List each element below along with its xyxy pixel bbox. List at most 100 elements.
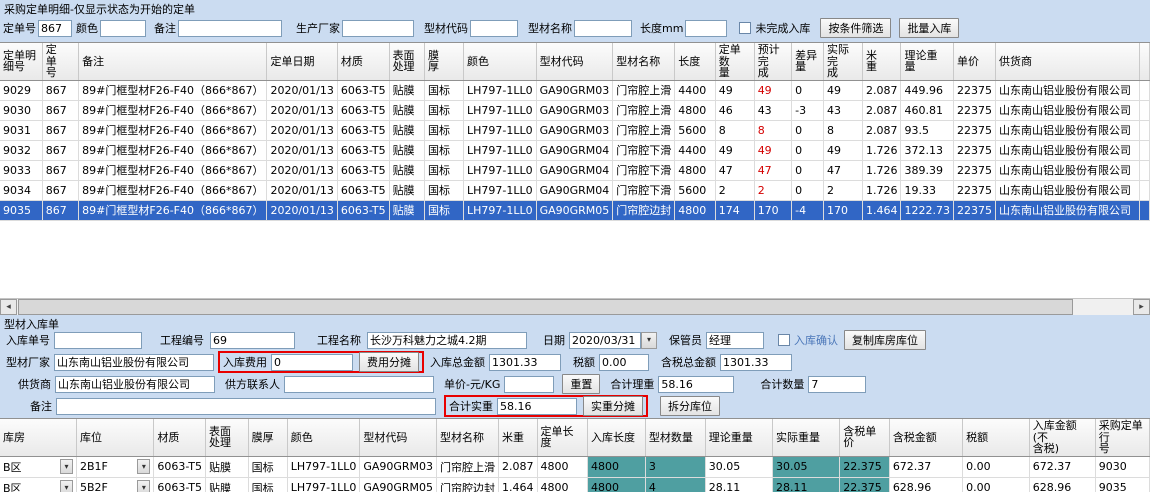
cell[interactable]: 28.11 <box>773 477 840 492</box>
supplier-input[interactable] <box>55 376 215 393</box>
cell[interactable]: 2B1F▾ <box>76 456 153 477</box>
cell[interactable]: 1.464 <box>862 200 901 220</box>
column-header[interactable]: 定单明 细号 <box>0 43 42 80</box>
cell[interactable]: 867 <box>42 120 78 140</box>
filter-by-condition-button[interactable]: 按条件筛选 <box>820 18 891 38</box>
cell[interactable]: 2 <box>824 180 863 200</box>
cell[interactable]: 2 <box>754 180 791 200</box>
column-header[interactable]: 型材名称 <box>613 43 675 80</box>
cell[interactable]: 170 <box>754 200 791 220</box>
cell[interactable]: 9030 <box>1095 456 1149 477</box>
cell[interactable]: 山东南山铝业股份有限公司 <box>995 120 1139 140</box>
project-no-input[interactable] <box>210 332 295 349</box>
cell[interactable]: 6063-T5 <box>337 160 389 180</box>
cell[interactable]: 22.375 <box>840 477 890 492</box>
cell[interactable]: 6063-T5 <box>154 477 206 492</box>
cell[interactable]: 9033 <box>0 160 42 180</box>
cell[interactable]: 22375 <box>953 80 995 100</box>
cell[interactable]: 国标 <box>425 140 464 160</box>
column-header[interactable]: 颜色 <box>463 43 536 80</box>
cell[interactable]: 49 <box>715 140 754 160</box>
cell[interactable]: 6063-T5 <box>337 80 389 100</box>
filter-profile-code-input[interactable] <box>470 20 518 37</box>
column-header[interactable]: 颜色 <box>287 419 360 456</box>
cell[interactable]: 门帘腔下滑 <box>613 140 675 160</box>
cell[interactable]: 0 <box>792 180 824 200</box>
cell[interactable]: 2.087 <box>862 100 901 120</box>
cell[interactable]: 0.00 <box>963 456 1030 477</box>
column-header[interactable]: 长度 <box>675 43 715 80</box>
cell[interactable]: 89#门框型材F26-F40（866*867） <box>79 120 267 140</box>
column-header[interactable]: 采购定单行 号 <box>1095 419 1149 456</box>
cell[interactable]: 国标 <box>425 160 464 180</box>
cell[interactable]: 门帘腔上滑 <box>437 456 499 477</box>
cell[interactable]: 9035 <box>1095 477 1149 492</box>
column-header[interactable]: 税额 <box>963 419 1030 456</box>
column-header[interactable]: 型材名称 <box>437 419 499 456</box>
cell[interactable]: -4 <box>792 200 824 220</box>
cell[interactable]: 628.96 <box>889 477 962 492</box>
cell[interactable]: 867 <box>42 200 78 220</box>
cell[interactable]: GA90GRM04 <box>536 140 613 160</box>
total-theory-weight-input[interactable] <box>658 376 734 393</box>
column-header[interactable]: 单价 <box>953 43 995 80</box>
unfinished-inbound-checkbox[interactable] <box>739 22 751 34</box>
cell[interactable]: 2.087 <box>499 456 538 477</box>
cell[interactable]: 49 <box>754 140 791 160</box>
cell[interactable]: 4800 <box>588 456 646 477</box>
inbound-confirm-checkbox[interactable] <box>778 334 790 346</box>
cell[interactable]: 22375 <box>953 100 995 120</box>
total-amount-input[interactable] <box>489 354 561 371</box>
inbound-no-input[interactable] <box>54 332 142 349</box>
cell[interactable]: 2020/01/13 <box>267 120 337 140</box>
cell[interactable]: 6063-T5 <box>337 140 389 160</box>
fee-input[interactable] <box>271 354 353 371</box>
column-header[interactable]: 库位 <box>76 419 153 456</box>
cell[interactable]: 3 <box>645 456 705 477</box>
cell[interactable]: 47 <box>824 160 863 180</box>
table-row[interactable]: 903086789#门框型材F26-F40（866*867）2020/01/13… <box>0 100 1150 120</box>
cell[interactable]: 867 <box>42 80 78 100</box>
column-header[interactable]: 含税金额 <box>889 419 962 456</box>
column-header[interactable]: 材质 <box>154 419 206 456</box>
filter-order-no-input[interactable] <box>38 20 72 37</box>
cell[interactable]: 22375 <box>953 200 995 220</box>
column-header[interactable]: 材质 <box>337 43 389 80</box>
cell[interactable]: LH797-1LL0 <box>463 120 536 140</box>
table-row[interactable]: B区▾5B2F▾6063-T5贴膜国标LH797-1LL0GA90GRM05门帘… <box>0 477 1150 492</box>
cell[interactable]: 4800 <box>537 456 588 477</box>
cell[interactable] <box>1140 80 1150 100</box>
cell[interactable]: 867 <box>42 180 78 200</box>
cell[interactable]: 国标 <box>425 100 464 120</box>
cell[interactable]: GA90GRM04 <box>536 180 613 200</box>
cell[interactable]: LH797-1LL0 <box>463 100 536 120</box>
cell[interactable]: 门帘腔下滑 <box>613 180 675 200</box>
cell[interactable]: 49 <box>754 80 791 100</box>
cell[interactable]: 贴膜 <box>389 180 424 200</box>
cell[interactable]: 4800 <box>675 200 715 220</box>
cell[interactable]: 449.96 <box>901 80 954 100</box>
cell[interactable]: 山东南山铝业股份有限公司 <box>995 100 1139 120</box>
column-header[interactable]: 型材数量 <box>645 419 705 456</box>
cell[interactable]: 门帘腔上滑 <box>613 80 675 100</box>
scroll-left-button[interactable]: ◂ <box>0 299 17 315</box>
cell[interactable] <box>1140 200 1150 220</box>
cell[interactable]: 170 <box>824 200 863 220</box>
column-header[interactable]: 型材代码 <box>536 43 613 80</box>
cell[interactable]: 89#门框型材F26-F40（866*867） <box>79 80 267 100</box>
cell[interactable]: 9032 <box>0 140 42 160</box>
column-header[interactable]: 实际完 成 <box>824 43 863 80</box>
cell[interactable]: 372.13 <box>901 140 954 160</box>
factory-input[interactable] <box>54 354 214 371</box>
cell[interactable]: 6063-T5 <box>337 200 389 220</box>
cell[interactable]: 山东南山铝业股份有限公司 <box>995 160 1139 180</box>
fee-share-button[interactable]: 费用分摊 <box>359 352 419 372</box>
cell[interactable]: 国标 <box>425 120 464 140</box>
cell[interactable]: 贴膜 <box>206 456 249 477</box>
cell[interactable]: 门帘腔上滑 <box>613 100 675 120</box>
cell[interactable]: 22375 <box>953 160 995 180</box>
cell[interactable]: 19.33 <box>901 180 954 200</box>
cell[interactable]: 贴膜 <box>389 160 424 180</box>
scrollbar-thumb[interactable] <box>18 299 1073 315</box>
column-header[interactable]: 库房 <box>0 419 76 456</box>
